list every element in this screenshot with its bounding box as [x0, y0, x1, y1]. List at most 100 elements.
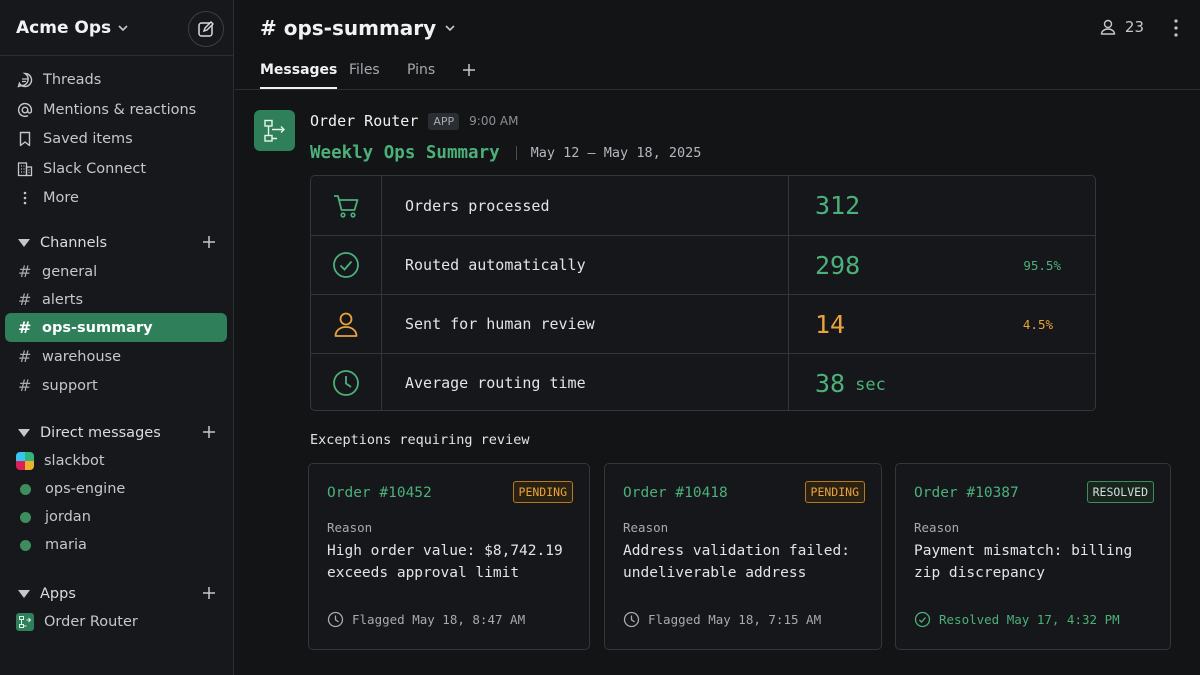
metric-value-cell: 38 sec	[788, 354, 1095, 410]
order-router-avatar[interactable]	[254, 110, 295, 151]
sidebar-item-label: Threads	[43, 72, 102, 88]
compose-button[interactable]	[188, 11, 224, 47]
divider	[515, 146, 517, 160]
status-badge: PENDING	[804, 481, 865, 503]
status-badge: PENDING	[512, 481, 573, 503]
metric-percentage: 4.5%	[1022, 316, 1053, 332]
sidebar-item-channel-warehouse[interactable]: # warehouse	[5, 342, 227, 371]
compose-icon	[198, 21, 214, 37]
order-router-app-icon	[16, 613, 34, 631]
footer-text: Flagged May 18, 7:15 AM	[648, 612, 822, 627]
person-icon	[1100, 19, 1116, 35]
presence-online-icon	[20, 511, 31, 523]
sidebar-item-dm-ops-engine[interactable]: ops-engine	[16, 477, 125, 501]
sidebar-item-app-order-router[interactable]: Order Router	[16, 610, 138, 634]
order-id[interactable]: Order #10418	[623, 485, 728, 501]
bookmark-icon	[19, 131, 31, 147]
message-timestamp[interactable]: 9:00 AM	[469, 114, 518, 128]
cart-icon	[334, 194, 359, 218]
dms-section-toggle[interactable]: Direct messages	[18, 421, 218, 445]
sender-name[interactable]: Order Router	[310, 112, 418, 130]
status-badge: RESOLVED	[1086, 481, 1154, 503]
workspace-switcher[interactable]: Acme Ops	[16, 18, 129, 38]
sidebar-item-channel-support[interactable]: # support	[5, 371, 227, 400]
sidebar-item-dm-slackbot[interactable]: slackbot	[16, 449, 105, 473]
sidebar-item-dm-jordan[interactable]: jordan	[16, 505, 91, 529]
apps-section-toggle[interactable]: Apps	[18, 582, 218, 606]
check-circle-icon	[333, 252, 359, 278]
workspace-header: Acme Ops	[0, 0, 234, 56]
channel-title-button[interactable]: # ops-summary	[260, 16, 456, 40]
channel-title: # ops-summary	[260, 16, 437, 40]
metrics-table: Orders processed 312 Routed automaticall…	[310, 175, 1096, 411]
sidebar-item-channel-general[interactable]: # general	[5, 257, 227, 286]
exceptions-title: Exceptions requiring review	[310, 432, 530, 448]
flagged-time: Flagged May 18, 7:15 AM	[623, 611, 821, 628]
channels-section-toggle[interactable]: Channels	[18, 231, 218, 255]
sidebar-item-channel-alerts[interactable]: # alerts	[5, 285, 227, 314]
channel-name: ops-summary	[42, 319, 153, 336]
sidebar-item-threads[interactable]: Threads	[16, 68, 101, 92]
order-id[interactable]: Order #10452	[327, 485, 432, 501]
metric-row-routed-automatically: Routed automatically 298 95.5%	[311, 235, 1095, 294]
metric-row-orders-processed: Orders processed 312	[311, 176, 1095, 235]
members-button[interactable]: 23	[1099, 18, 1144, 36]
sidebar: Acme Ops Threads Mentions & reactions Sa…	[0, 0, 234, 675]
presence-online-icon	[20, 483, 31, 495]
app-badge: APP	[428, 112, 460, 130]
sidebar-item-more[interactable]: More	[16, 186, 79, 210]
metric-value-cell: 298 95.5%	[788, 236, 1095, 294]
sidebar-item-slack-connect[interactable]: Slack Connect	[16, 157, 146, 181]
tab-messages[interactable]: Messages	[260, 62, 338, 89]
footer-text: Flagged May 18, 8:47 AM	[352, 612, 526, 627]
tab-files[interactable]: Files	[349, 62, 380, 89]
channel-name: support	[42, 377, 98, 394]
metric-value: 38 sec	[815, 354, 886, 410]
chevron-down-icon	[445, 25, 455, 32]
building-icon	[17, 162, 33, 177]
caret-down-icon	[18, 239, 30, 247]
sidebar-item-saved[interactable]: Saved items	[16, 127, 133, 151]
sidebar-item-label: Mentions & reactions	[43, 102, 197, 118]
check-circle-icon	[914, 611, 931, 628]
resolved-time: Resolved May 17, 4:32 PM	[914, 611, 1120, 628]
add-tab-icon[interactable]	[461, 62, 477, 78]
summary-title: Weekly Ops Summary	[310, 143, 500, 163]
app-name: Order Router	[44, 614, 138, 630]
metric-number: 14	[815, 309, 846, 339]
order-router-app-icon	[263, 119, 285, 142]
metric-icon-cell	[311, 354, 382, 410]
order-id[interactable]: Order #10387	[914, 485, 1019, 501]
metric-number: 38	[815, 368, 846, 398]
caret-down-icon	[18, 590, 30, 598]
exception-card[interactable]: Order #10418 PENDING Reason Address vali…	[604, 463, 882, 650]
sidebar-item-channel-ops-summary[interactable]: # ops-summary	[5, 313, 227, 342]
metric-value: 298	[815, 236, 860, 294]
channel-name: general	[42, 263, 98, 280]
metric-value-cell: 312	[788, 176, 1095, 235]
tab-pins[interactable]: Pins	[407, 62, 435, 89]
metric-number: 298	[815, 250, 861, 280]
flagged-time: Flagged May 18, 8:47 AM	[327, 611, 525, 628]
clock-icon	[623, 611, 640, 628]
metric-value: 14	[815, 295, 845, 353]
metric-value-cell: 14 4.5%	[788, 295, 1095, 353]
add-dm-icon[interactable]	[200, 423, 218, 441]
metric-label: Orders processed	[405, 196, 550, 215]
member-count: 23	[1124, 18, 1144, 36]
sidebar-item-dm-maria[interactable]: maria	[16, 533, 87, 557]
person-icon	[334, 312, 358, 337]
exception-card[interactable]: Order #10452 PENDING Reason High order v…	[308, 463, 590, 650]
hash-icon: #	[18, 318, 32, 337]
reason-label: Reason	[327, 520, 373, 535]
add-channel-icon[interactable]	[200, 233, 218, 251]
sidebar-item-mentions[interactable]: Mentions & reactions	[16, 98, 196, 122]
reason-text: Address validation failed: undeliverable…	[623, 543, 850, 581]
metric-label: Average routing time	[405, 374, 586, 392]
at-icon	[17, 102, 33, 117]
more-vertical-icon[interactable]	[1170, 17, 1182, 39]
exception-card[interactable]: Order #10387 RESOLVED Reason Payment mis…	[895, 463, 1171, 650]
add-app-icon[interactable]	[200, 584, 218, 602]
dms-section-title: Direct messages	[40, 425, 161, 441]
channel-view: # ops-summary 23 Messages Files Pins Ord…	[235, 0, 1200, 675]
